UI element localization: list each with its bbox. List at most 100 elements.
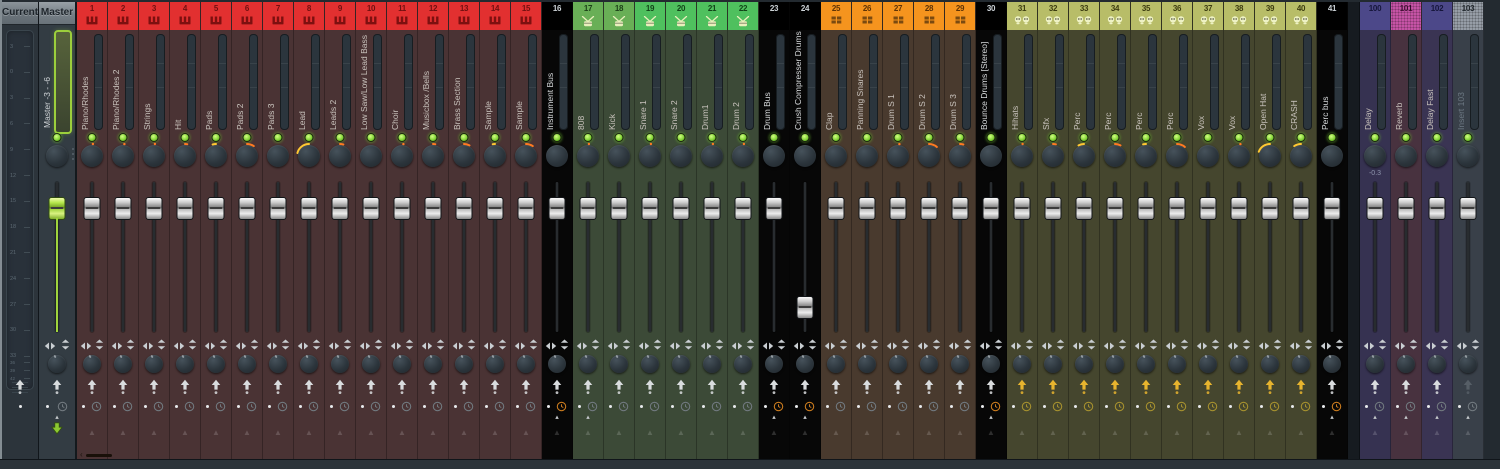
mixer-track-6[interactable]: 6Pads 2▲: [232, 2, 263, 460]
track-enable-led[interactable]: [243, 133, 252, 142]
stereo-sep-knob[interactable]: [1166, 353, 1188, 375]
send-dot[interactable]: [888, 405, 891, 408]
volume-fader[interactable]: [697, 180, 727, 334]
send-knob-icon[interactable]: [959, 401, 970, 412]
mixer-track-25[interactable]: 25Clap▲: [821, 2, 852, 460]
stereo-sep-knob[interactable]: [112, 353, 134, 375]
pan-knob[interactable]: [1423, 142, 1451, 170]
stereo-sep-knob[interactable]: [329, 353, 351, 375]
send-knob-icon[interactable]: [990, 401, 1001, 412]
track-header[interactable]: 15: [511, 2, 541, 30]
track-header[interactable]: 39: [1255, 2, 1285, 30]
volume-fader[interactable]: [728, 180, 758, 334]
volume-fader[interactable]: [573, 180, 603, 334]
send-dot[interactable]: [733, 405, 736, 408]
pan-knob[interactable]: [915, 142, 943, 170]
stereo-sep-knob[interactable]: [1073, 353, 1095, 375]
track-enable-led[interactable]: [925, 133, 934, 142]
route-to-master-arrow[interactable]: [738, 379, 749, 395]
stereo-sep-knob[interactable]: [577, 353, 599, 375]
volume-fader[interactable]: [77, 180, 107, 334]
track-header[interactable]: 20: [666, 2, 696, 30]
stereo-sep-knob[interactable]: [1135, 353, 1157, 375]
fader-handle[interactable]: [301, 197, 318, 220]
route-to-master-arrow[interactable]: [87, 379, 98, 395]
route-to-master-arrow[interactable]: [52, 379, 63, 395]
pan-knob[interactable]: [233, 142, 261, 170]
send-knob-icon[interactable]: [897, 401, 908, 412]
track-enable-led[interactable]: [398, 133, 407, 142]
track-header[interactable]: 23: [759, 2, 789, 30]
route-to-master-arrow[interactable]: [645, 379, 656, 395]
route-to-master-arrow[interactable]: [707, 379, 718, 395]
stereo-sep-knob[interactable]: [453, 353, 475, 375]
route-to-master-arrow[interactable]: [1370, 379, 1381, 395]
track-enable-led[interactable]: [1328, 133, 1337, 142]
pan-knob[interactable]: [698, 142, 726, 170]
stereo-sep-knob[interactable]: [1259, 353, 1281, 375]
route-to-master-arrow[interactable]: [831, 379, 842, 395]
send-dot[interactable]: [1229, 405, 1232, 408]
pan-knob[interactable]: [419, 142, 447, 170]
send-knob-icon[interactable]: [1145, 401, 1156, 412]
volume-fader[interactable]: [1100, 180, 1130, 334]
volume-fader[interactable]: [790, 180, 820, 334]
send-knob-icon[interactable]: [91, 401, 102, 412]
mixer-track-9[interactable]: 9Leads 2▲: [325, 2, 356, 460]
track-header[interactable]: 10: [356, 2, 386, 30]
pan-knob[interactable]: [1132, 142, 1160, 170]
pan-knob[interactable]: [326, 142, 354, 170]
track-enable-led[interactable]: [553, 133, 562, 142]
track-enable-led[interactable]: [1018, 133, 1027, 142]
mixer-track-32[interactable]: 32Sfx▲: [1038, 2, 1069, 460]
volume-fader[interactable]: [1286, 180, 1316, 334]
route-to-master-arrow[interactable]: [304, 379, 315, 395]
track-enable-led[interactable]: [956, 133, 965, 142]
mixer-track-5[interactable]: 5Pads▲: [201, 2, 232, 460]
stereo-sep-knob[interactable]: [887, 353, 909, 375]
volume-fader[interactable]: [1360, 180, 1390, 334]
mixer-track-34[interactable]: 34Perc▲: [1100, 2, 1131, 460]
mixer-track-100[interactable]: 100Delay-0.3▴▲: [1360, 2, 1391, 460]
track-header[interactable]: 101: [1391, 2, 1421, 30]
track-header[interactable]: 4: [170, 2, 200, 30]
stereo-sep-knob[interactable]: [1395, 353, 1417, 375]
mixer-track-14[interactable]: 14Sample▲: [480, 2, 511, 460]
send-knob-icon[interactable]: [1021, 401, 1032, 412]
pan-knob[interactable]: [388, 142, 416, 170]
route-to-master-arrow[interactable]: [428, 379, 439, 395]
track-header[interactable]: 21: [697, 2, 727, 30]
fader-handle[interactable]: [704, 197, 721, 220]
fader-handle[interactable]: [921, 197, 938, 220]
fader-handle[interactable]: [611, 197, 628, 220]
track-enable-led[interactable]: [863, 133, 872, 142]
send-knob-icon[interactable]: [308, 401, 319, 412]
send-dot[interactable]: [392, 405, 395, 408]
fader-handle[interactable]: [84, 197, 101, 220]
mixer-track-33[interactable]: 33Perc▲: [1069, 2, 1100, 460]
pan-knob[interactable]: [171, 142, 199, 170]
track-header[interactable]: 28: [914, 2, 944, 30]
track-header[interactable]: 102: [1422, 2, 1452, 30]
stereo-sep-knob[interactable]: [546, 353, 568, 375]
send-knob-icon[interactable]: [1207, 401, 1218, 412]
send-dot[interactable]: [1322, 405, 1325, 408]
send-knob-icon[interactable]: [525, 401, 536, 412]
send-dot[interactable]: [82, 405, 85, 408]
send-dot[interactable]: [702, 405, 705, 408]
pan-knob[interactable]: [543, 142, 571, 170]
send-knob-icon[interactable]: [1083, 401, 1094, 412]
volume-fader[interactable]: [511, 180, 541, 334]
send-knob-icon[interactable]: [711, 401, 722, 412]
mixer-track-18[interactable]: 18Kick▲: [604, 2, 635, 460]
send-dot[interactable]: [144, 405, 147, 408]
send-dot[interactable]: [299, 405, 302, 408]
route-to-master-arrow[interactable]: [366, 379, 377, 395]
track-header[interactable]: 29: [945, 2, 975, 30]
mixer-h-scrollbar[interactable]: ‹: [80, 451, 112, 459]
pan-knob[interactable]: [1287, 142, 1315, 170]
route-to-master-arrow[interactable]: [955, 379, 966, 395]
track-header[interactable]: 100: [1360, 2, 1390, 30]
send-knob-icon[interactable]: [339, 401, 350, 412]
mixer-track-36[interactable]: 36Perc▲: [1162, 2, 1193, 460]
